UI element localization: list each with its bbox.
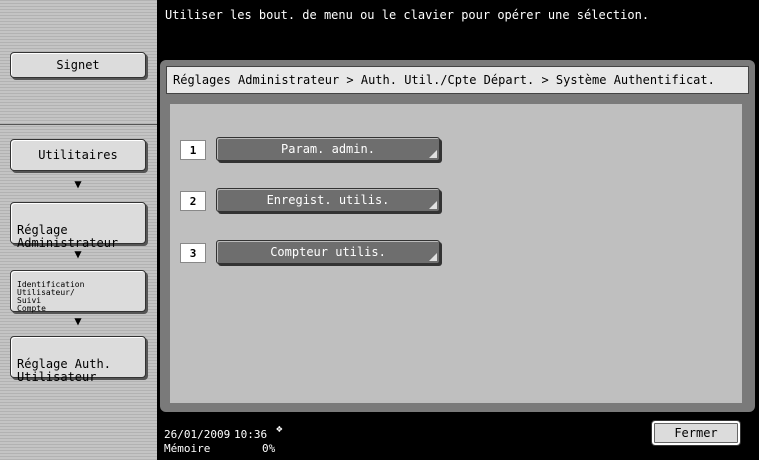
menu-button-label: Compteur utilis. bbox=[270, 245, 386, 259]
step-label: Identification Utilisateur/ Suivi Compte bbox=[17, 280, 85, 313]
admin-params-button[interactable]: Param. admin. bbox=[216, 137, 440, 161]
corner-triangle-icon bbox=[429, 201, 437, 209]
close-button[interactable]: Fermer bbox=[651, 420, 741, 446]
close-label: Fermer bbox=[674, 426, 718, 440]
sidebar-step-user-auth-settings[interactable]: Réglage Auth. Utilisateur bbox=[10, 336, 146, 384]
corner-triangle-icon bbox=[429, 253, 437, 261]
menu-number-3: 3 bbox=[180, 243, 206, 263]
step-label: Utilitaires bbox=[38, 147, 118, 162]
status-date: 26/01/2009 bbox=[164, 428, 231, 441]
down-arrow-icon: ▼ bbox=[74, 247, 82, 261]
menu-button-label: Enregist. utilis. bbox=[266, 193, 390, 207]
down-arrow-icon: ▼ bbox=[74, 177, 82, 191]
corner-triangle-icon bbox=[429, 150, 437, 158]
memory-value: 0% bbox=[262, 442, 276, 455]
breadcrumb-text: Réglages Administrateur > Auth. Util./Cp… bbox=[173, 73, 715, 87]
breadcrumb: Réglages Administrateur > Auth. Util./Cp… bbox=[166, 66, 749, 94]
user-counter-button[interactable]: Compteur utilis. bbox=[216, 240, 440, 264]
menu-number-1: 1 bbox=[180, 140, 206, 160]
sidebar-step-utilities[interactable]: Utilitaires bbox=[10, 139, 146, 171]
bookmark-button[interactable]: Signet bbox=[10, 52, 146, 78]
menu-number-2: 2 bbox=[180, 191, 206, 211]
instruction-message: Utiliser les bout. de menu ou le clavier… bbox=[165, 8, 650, 22]
memory-label: Mémoire bbox=[164, 442, 211, 455]
down-arrow-icon: ▼ bbox=[74, 314, 82, 328]
user-registration-button[interactable]: Enregist. utilis. bbox=[216, 188, 440, 212]
step-label: Réglage Administrateur bbox=[17, 223, 119, 250]
sidebar-step-user-auth-account-track[interactable]: Identification Utilisateur/ Suivi Compte bbox=[10, 270, 146, 313]
network-icon: ❖ bbox=[276, 422, 283, 435]
sidebar-step-admin-settings[interactable]: Réglage Administrateur bbox=[10, 202, 146, 250]
menu-button-label: Param. admin. bbox=[281, 142, 375, 156]
status-time: 10:36 bbox=[234, 428, 268, 441]
bookmark-label: Signet bbox=[56, 57, 100, 72]
